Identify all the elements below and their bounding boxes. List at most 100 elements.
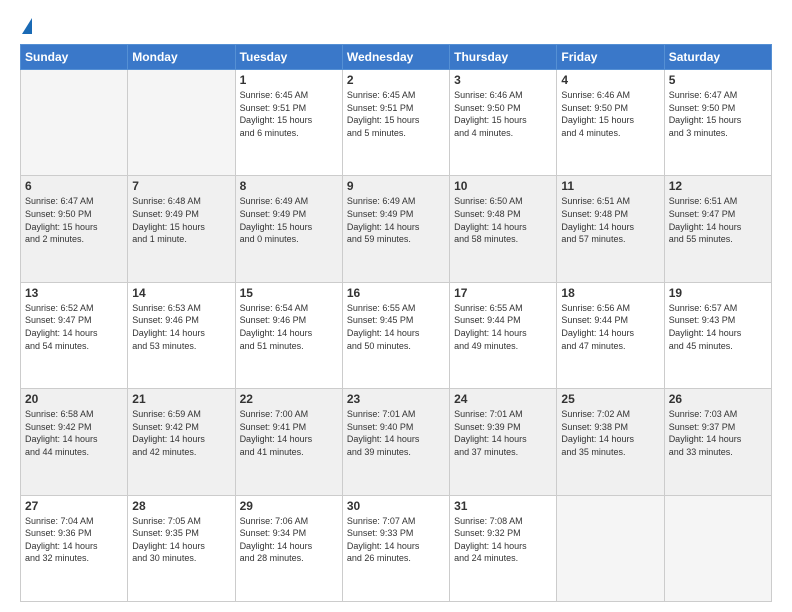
- weekday-header-friday: Friday: [557, 45, 664, 70]
- day-number: 11: [561, 179, 659, 193]
- calendar-cell: 10 Sunrise: 6:50 AM Sunset: 9:48 PM Dayli…: [450, 176, 557, 282]
- calendar-week-row: 13Sunrise: 6:52 AM Sunset: 9:47 PM Dayli…: [21, 282, 772, 388]
- day-number: 8: [240, 179, 338, 193]
- day-info: Sunrise: 6:59 AM Sunset: 9:42 PM Dayligh…: [132, 408, 230, 458]
- day-number: 10: [454, 179, 552, 193]
- day-info: Sunrise: 7:03 AM Sunset: 9:37 PM Dayligh…: [669, 408, 767, 458]
- calendar-cell: [21, 70, 128, 176]
- day-number: 12: [669, 179, 767, 193]
- calendar-cell: 9 Sunrise: 6:49 AM Sunset: 9:49 PM Daylig…: [342, 176, 449, 282]
- day-info: Sunrise: 6:51 AM Sunset: 9:47 PM Dayligh…: [669, 195, 767, 245]
- day-number: 17: [454, 286, 552, 300]
- calendar-cell: 27 Sunrise: 7:04 AM Sunset: 9:36 PM Dayli…: [21, 495, 128, 601]
- calendar-cell: 19 Sunrise: 6:57 AM Sunset: 9:43 PM Dayli…: [664, 282, 771, 388]
- calendar-cell: 4Sunrise: 6:46 AM Sunset: 9:50 PM Daylig…: [557, 70, 664, 176]
- day-number: 14: [132, 286, 230, 300]
- day-info: Sunrise: 6:46 AM Sunset: 9:50 PM Dayligh…: [454, 89, 552, 139]
- calendar-cell: 29Sunrise: 7:06 AM Sunset: 9:34 PM Dayli…: [235, 495, 342, 601]
- day-number: 23: [347, 392, 445, 406]
- day-info: Sunrise: 7:01 AM Sunset: 9:40 PM Dayligh…: [347, 408, 445, 458]
- calendar-cell: 28 Sunrise: 7:05 AM Sunset: 9:35 PM Dayli…: [128, 495, 235, 601]
- day-info: Sunrise: 6:47 AM Sunset: 9:50 PM Dayligh…: [25, 195, 123, 245]
- day-info: Sunrise: 7:05 AM Sunset: 9:35 PM Dayligh…: [132, 515, 230, 565]
- calendar-week-row: 1Sunrise: 6:45 AM Sunset: 9:51 PM Daylig…: [21, 70, 772, 176]
- calendar-table: SundayMondayTuesdayWednesdayThursdayFrid…: [20, 44, 772, 602]
- day-number: 21: [132, 392, 230, 406]
- day-number: 13: [25, 286, 123, 300]
- day-number: 16: [347, 286, 445, 300]
- day-number: 26: [669, 392, 767, 406]
- day-info: Sunrise: 6:49 AM Sunset: 9:49 PM Dayligh…: [347, 195, 445, 245]
- calendar-cell: 22 Sunrise: 7:00 AM Sunset: 9:41 PM Dayli…: [235, 389, 342, 495]
- calendar-cell: 5 Sunrise: 6:47 AM Sunset: 9:50 PM Daylig…: [664, 70, 771, 176]
- calendar-week-row: 27 Sunrise: 7:04 AM Sunset: 9:36 PM Dayli…: [21, 495, 772, 601]
- calendar-cell: 16Sunrise: 6:55 AM Sunset: 9:45 PM Dayli…: [342, 282, 449, 388]
- day-number: 3: [454, 73, 552, 87]
- day-info: Sunrise: 7:08 AM Sunset: 9:32 PM Dayligh…: [454, 515, 552, 565]
- calendar-cell: 15 Sunrise: 6:54 AM Sunset: 9:46 PM Dayli…: [235, 282, 342, 388]
- weekday-header-wednesday: Wednesday: [342, 45, 449, 70]
- weekday-header-sunday: Sunday: [21, 45, 128, 70]
- day-number: 24: [454, 392, 552, 406]
- logo-triangle-icon: [22, 18, 32, 34]
- day-number: 31: [454, 499, 552, 513]
- day-info: Sunrise: 6:54 AM Sunset: 9:46 PM Dayligh…: [240, 302, 338, 352]
- calendar-cell: 23 Sunrise: 7:01 AM Sunset: 9:40 PM Dayli…: [342, 389, 449, 495]
- calendar-cell: 1Sunrise: 6:45 AM Sunset: 9:51 PM Daylig…: [235, 70, 342, 176]
- calendar-cell: 7Sunrise: 6:48 AM Sunset: 9:49 PM Daylig…: [128, 176, 235, 282]
- day-number: 30: [347, 499, 445, 513]
- day-info: Sunrise: 6:46 AM Sunset: 9:50 PM Dayligh…: [561, 89, 659, 139]
- day-number: 2: [347, 73, 445, 87]
- calendar-cell: 20 Sunrise: 6:58 AM Sunset: 9:42 PM Dayli…: [21, 389, 128, 495]
- day-number: 6: [25, 179, 123, 193]
- calendar-cell: 2Sunrise: 6:45 AM Sunset: 9:51 PM Daylig…: [342, 70, 449, 176]
- calendar-cell: 18Sunrise: 6:56 AM Sunset: 9:44 PM Dayli…: [557, 282, 664, 388]
- day-info: Sunrise: 7:07 AM Sunset: 9:33 PM Dayligh…: [347, 515, 445, 565]
- calendar-cell: 13Sunrise: 6:52 AM Sunset: 9:47 PM Dayli…: [21, 282, 128, 388]
- calendar-cell: 17 Sunrise: 6:55 AM Sunset: 9:44 PM Dayli…: [450, 282, 557, 388]
- calendar-week-row: 20 Sunrise: 6:58 AM Sunset: 9:42 PM Dayli…: [21, 389, 772, 495]
- calendar-cell: 21 Sunrise: 6:59 AM Sunset: 9:42 PM Dayli…: [128, 389, 235, 495]
- calendar-cell: 30 Sunrise: 7:07 AM Sunset: 9:33 PM Dayli…: [342, 495, 449, 601]
- day-info: Sunrise: 6:50 AM Sunset: 9:48 PM Dayligh…: [454, 195, 552, 245]
- day-number: 27: [25, 499, 123, 513]
- day-number: 20: [25, 392, 123, 406]
- day-number: 18: [561, 286, 659, 300]
- calendar-cell: 6 Sunrise: 6:47 AM Sunset: 9:50 PM Daylig…: [21, 176, 128, 282]
- day-number: 15: [240, 286, 338, 300]
- calendar-week-row: 6 Sunrise: 6:47 AM Sunset: 9:50 PM Daylig…: [21, 176, 772, 282]
- day-number: 22: [240, 392, 338, 406]
- day-info: Sunrise: 7:06 AM Sunset: 9:34 PM Dayligh…: [240, 515, 338, 565]
- calendar-cell: [557, 495, 664, 601]
- day-number: 9: [347, 179, 445, 193]
- day-info: Sunrise: 6:57 AM Sunset: 9:43 PM Dayligh…: [669, 302, 767, 352]
- calendar-cell: 31 Sunrise: 7:08 AM Sunset: 9:32 PM Dayli…: [450, 495, 557, 601]
- weekday-header-thursday: Thursday: [450, 45, 557, 70]
- day-number: 7: [132, 179, 230, 193]
- calendar-cell: 14Sunrise: 6:53 AM Sunset: 9:46 PM Dayli…: [128, 282, 235, 388]
- day-number: 25: [561, 392, 659, 406]
- day-info: Sunrise: 7:00 AM Sunset: 9:41 PM Dayligh…: [240, 408, 338, 458]
- calendar-cell: 25 Sunrise: 7:02 AM Sunset: 9:38 PM Dayli…: [557, 389, 664, 495]
- day-number: 19: [669, 286, 767, 300]
- day-info: Sunrise: 6:55 AM Sunset: 9:44 PM Dayligh…: [454, 302, 552, 352]
- weekday-header-row: SundayMondayTuesdayWednesdayThursdayFrid…: [21, 45, 772, 70]
- day-info: Sunrise: 7:04 AM Sunset: 9:36 PM Dayligh…: [25, 515, 123, 565]
- calendar-cell: 8Sunrise: 6:49 AM Sunset: 9:49 PM Daylig…: [235, 176, 342, 282]
- calendar-cell: 3 Sunrise: 6:46 AM Sunset: 9:50 PM Daylig…: [450, 70, 557, 176]
- weekday-header-tuesday: Tuesday: [235, 45, 342, 70]
- day-info: Sunrise: 6:47 AM Sunset: 9:50 PM Dayligh…: [669, 89, 767, 139]
- day-info: Sunrise: 7:01 AM Sunset: 9:39 PM Dayligh…: [454, 408, 552, 458]
- calendar-cell: [128, 70, 235, 176]
- calendar-cell: [664, 495, 771, 601]
- day-number: 28: [132, 499, 230, 513]
- day-info: Sunrise: 6:58 AM Sunset: 9:42 PM Dayligh…: [25, 408, 123, 458]
- header: [20, 18, 772, 34]
- logo: [20, 18, 32, 34]
- calendar-cell: 26 Sunrise: 7:03 AM Sunset: 9:37 PM Dayli…: [664, 389, 771, 495]
- day-info: Sunrise: 6:45 AM Sunset: 9:51 PM Dayligh…: [240, 89, 338, 139]
- calendar-cell: 24 Sunrise: 7:01 AM Sunset: 9:39 PM Dayli…: [450, 389, 557, 495]
- calendar-cell: 11Sunrise: 6:51 AM Sunset: 9:48 PM Dayli…: [557, 176, 664, 282]
- day-info: Sunrise: 7:02 AM Sunset: 9:38 PM Dayligh…: [561, 408, 659, 458]
- day-number: 5: [669, 73, 767, 87]
